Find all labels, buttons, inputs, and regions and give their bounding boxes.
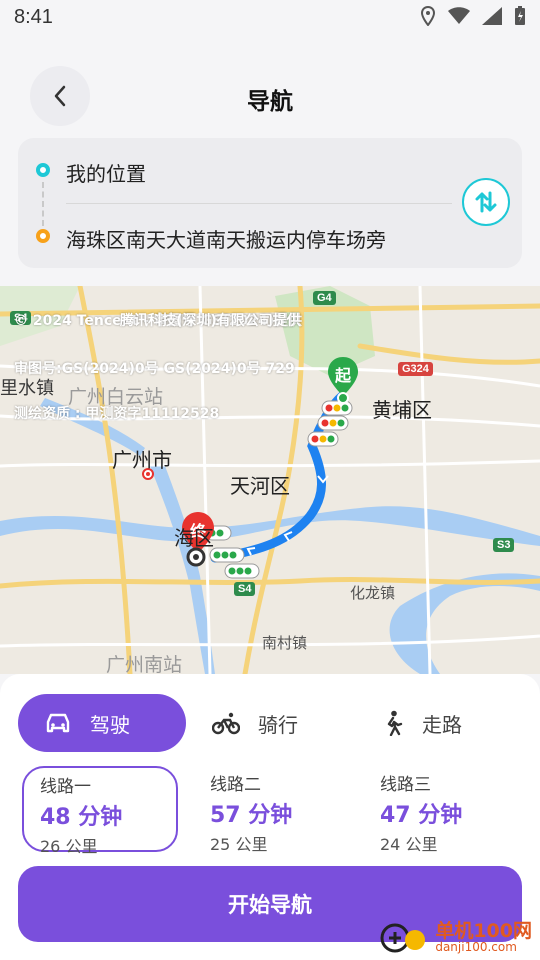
route-option-distance: 25 公里 xyxy=(210,835,268,854)
map-label-tianhe: 天河区 xyxy=(230,474,290,498)
destination-field[interactable]: 海珠区南天大道南天搬运内停车场旁 xyxy=(66,224,386,253)
wifi-icon xyxy=(448,7,470,24)
map-label-guangzhou: 广州市 xyxy=(112,448,172,472)
mode-walk-label: 走路 xyxy=(422,712,462,737)
watermark-sub: danji100.com xyxy=(435,939,517,954)
origin-dot-icon xyxy=(36,163,50,177)
map-label-huangpu: 黄埔区 xyxy=(372,398,432,422)
route-option-name: 线路一 xyxy=(40,777,91,797)
route-option-3[interactable]: 线路三 47 分钟 24 公里 xyxy=(364,766,520,854)
map-label-haizhu: 海区 xyxy=(174,526,214,550)
map-copyright-4: 测绘资质 : 甲测资字11112528 xyxy=(14,406,220,422)
mode-walk-button[interactable]: 走路 xyxy=(382,694,462,752)
swap-route-button[interactable] xyxy=(462,178,510,226)
watermark-logo-icon xyxy=(380,923,426,953)
map-copyright-2: 腾讯科技(深圳)有限公司提供 xyxy=(120,313,301,329)
mode-drive-button[interactable]: 驾驶 xyxy=(18,694,186,752)
page-title: 导航 xyxy=(247,89,293,115)
mode-cycle-button[interactable]: 骑行 xyxy=(212,694,298,752)
route-option-1[interactable]: 线路一 48 分钟 26 公里 xyxy=(22,766,178,856)
route-option-time: 47 分钟 xyxy=(380,803,463,828)
map-label-nancun: 南村镇 xyxy=(262,634,308,652)
battery-icon xyxy=(515,6,525,25)
map-view[interactable]: 起 终 G4 S4 G324 S3 S4 黄埔区 广州白云站 里水镇 广州市 天… xyxy=(0,286,540,674)
route-connector xyxy=(42,182,44,226)
route-option-distance: 26 公里 xyxy=(40,837,98,856)
map-copyright-3: 审图号:GS(2024)0号 GS(2024)0号 729 xyxy=(14,361,295,377)
route-option-name: 线路二 xyxy=(210,775,261,795)
bicycle-icon xyxy=(212,712,240,735)
start-marker[interactable]: 起 xyxy=(326,356,360,404)
route-divider xyxy=(66,203,452,204)
map-label-south-station: 广州南站 xyxy=(106,654,183,674)
road-shield-g4: G4 xyxy=(313,291,336,305)
site-watermark: 单机100网 danji100.com xyxy=(379,920,532,954)
mode-cycle-label: 骑行 xyxy=(258,712,298,737)
status-time: 8:41 xyxy=(14,6,53,28)
route-card: 我的位置 海珠区南天大道南天搬运内停车场旁 xyxy=(18,138,522,268)
route-option-time: 57 分钟 xyxy=(210,803,293,828)
map-label-hualong: 化龙镇 xyxy=(350,584,396,602)
traffic-light-cluster xyxy=(307,400,353,447)
road-shield-s3: S3 xyxy=(493,538,515,552)
watermark-main: 单机100网 xyxy=(435,919,532,942)
road-shield-s4b: S4 xyxy=(234,582,256,596)
car-icon xyxy=(46,713,70,733)
status-icons xyxy=(420,6,526,26)
mode-drive-label: 驾驶 xyxy=(90,712,130,737)
signal-icon xyxy=(482,7,502,25)
road-shield-g324: G324 xyxy=(398,362,433,376)
walk-icon xyxy=(387,710,403,736)
swap-arrows-icon xyxy=(475,191,497,213)
destination-dot-icon xyxy=(36,229,50,243)
origin-field[interactable]: 我的位置 xyxy=(66,158,146,187)
status-bar: 8:41 xyxy=(0,0,540,36)
route-option-distance: 24 公里 xyxy=(380,835,438,854)
start-marker-label: 起 xyxy=(334,366,351,385)
route-option-time: 48 分钟 xyxy=(40,805,123,830)
location-icon xyxy=(420,6,436,26)
route-option-name: 线路三 xyxy=(380,775,431,795)
bottom-panel: 驾驶 骑行 走路 线路一 48 分钟 26 公里 线路二 57 分钟 25 公里… xyxy=(0,674,540,960)
route-option-2[interactable]: 线路二 57 分钟 25 公里 xyxy=(194,766,350,854)
watermark-text: 单机100网 danji100.com xyxy=(435,919,532,954)
